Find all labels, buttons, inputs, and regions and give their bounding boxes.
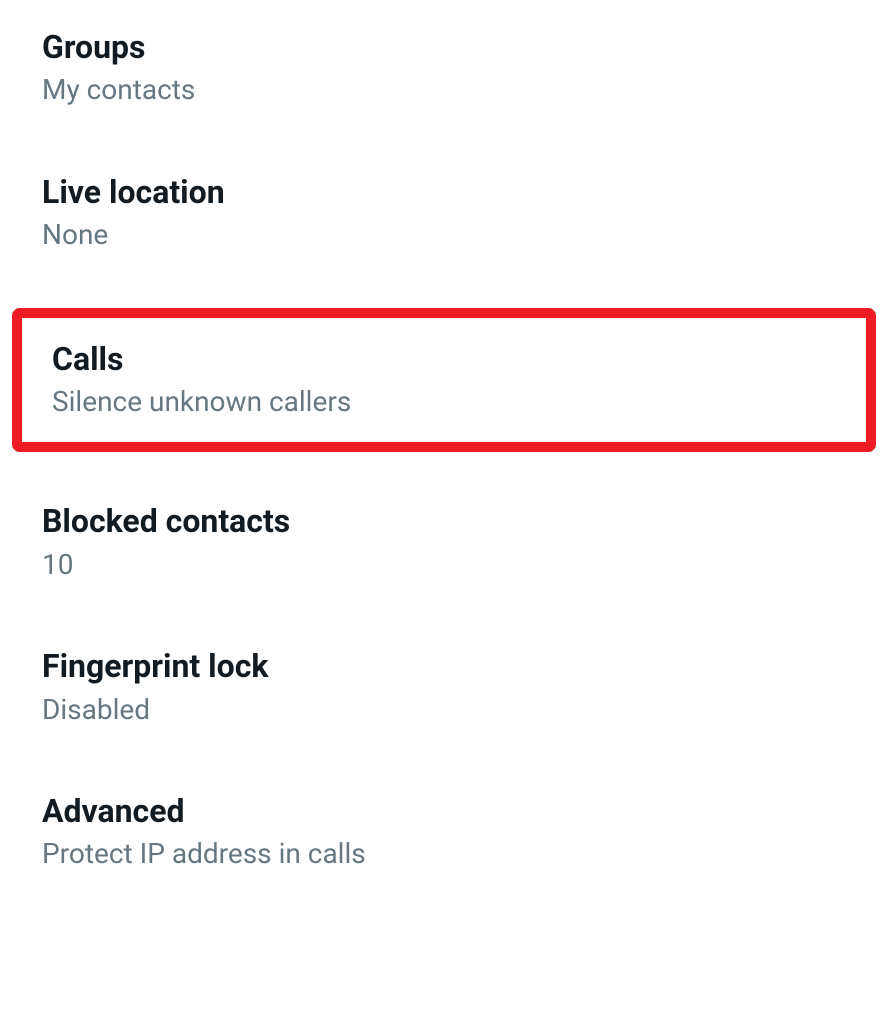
- setting-subtitle: My contacts: [42, 72, 848, 108]
- setting-title: Live location: [42, 173, 848, 211]
- settings-list: Groups My contacts Live location None Ca…: [0, 0, 888, 919]
- setting-item-advanced[interactable]: Advanced Protect IP address in calls: [0, 774, 888, 891]
- setting-subtitle: 10: [42, 547, 848, 583]
- setting-item-live-location[interactable]: Live location None: [0, 155, 888, 272]
- setting-subtitle: Silence unknown callers: [52, 384, 838, 420]
- setting-item-calls[interactable]: Calls Silence unknown callers: [12, 308, 876, 453]
- setting-item-groups[interactable]: Groups My contacts: [0, 10, 888, 127]
- setting-title: Fingerprint lock: [42, 647, 848, 685]
- setting-subtitle: None: [42, 217, 848, 253]
- setting-title: Advanced: [42, 792, 848, 830]
- setting-item-blocked-contacts[interactable]: Blocked contacts 10: [0, 484, 888, 601]
- setting-subtitle: Protect IP address in calls: [42, 836, 848, 872]
- setting-title: Blocked contacts: [42, 502, 848, 540]
- setting-title: Groups: [42, 28, 848, 66]
- setting-subtitle: Disabled: [42, 692, 848, 728]
- setting-title: Calls: [52, 340, 838, 378]
- setting-item-fingerprint-lock[interactable]: Fingerprint lock Disabled: [0, 629, 888, 746]
